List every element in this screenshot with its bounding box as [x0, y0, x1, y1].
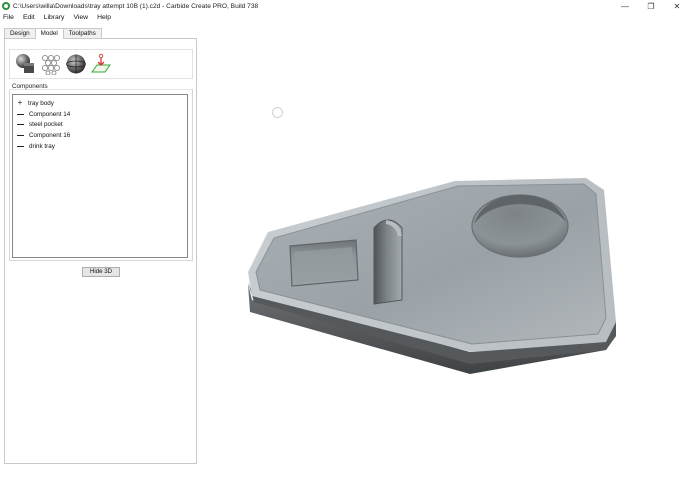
- tab-design[interactable]: Design: [4, 28, 36, 38]
- component-line-icon: [17, 113, 24, 115]
- tray-model: [248, 178, 616, 374]
- menu-view[interactable]: View: [73, 14, 88, 21]
- circular-pocket: [471, 194, 569, 258]
- components-list[interactable]: + tray body Component 14 steel pocket Co…: [12, 94, 188, 258]
- tab-toolpaths[interactable]: Toolpaths: [62, 28, 102, 38]
- tab-model[interactable]: Model: [34, 28, 64, 39]
- cursor-ring: [272, 107, 283, 118]
- component-name: drink tray: [29, 143, 55, 151]
- menu-file[interactable]: File: [3, 14, 14, 21]
- list-item[interactable]: Component 14: [13, 109, 187, 120]
- model-tool-strip: [9, 49, 193, 79]
- hide-3d-button[interactable]: Hide 3D: [82, 267, 120, 277]
- list-item[interactable]: steel pocket: [13, 120, 187, 131]
- component-line-icon: [17, 135, 24, 137]
- list-item[interactable]: + tray body: [13, 98, 187, 109]
- menu-help[interactable]: Help: [97, 14, 111, 21]
- window-controls: — ❐ ✕: [612, 0, 690, 12]
- menu-bar: File Edit Library View Help: [0, 12, 690, 23]
- component-line-icon: [17, 124, 24, 126]
- expand-icon[interactable]: +: [16, 99, 24, 107]
- components-label: Components: [12, 83, 48, 90]
- component-name: steel pocket: [29, 121, 63, 129]
- left-panel: Design Model Toolpaths Components + tray…: [4, 28, 197, 464]
- title-bar: C:\Users\willa\Downloads\tray attempt 10…: [0, 0, 690, 12]
- texture-tool-icon[interactable]: [40, 53, 62, 75]
- sphere-tool-icon[interactable]: [65, 53, 87, 75]
- close-button[interactable]: ✕: [664, 0, 690, 12]
- component-name: tray body: [28, 99, 54, 107]
- import-model-icon[interactable]: [90, 53, 112, 75]
- carbide-create-app-icon: [2, 2, 10, 10]
- 3d-viewport[interactable]: [198, 23, 690, 480]
- menu-edit[interactable]: Edit: [23, 14, 35, 21]
- component-name: Component 16: [29, 132, 71, 140]
- model-tab-panel: Components + tray body Component 14 stee…: [4, 38, 197, 464]
- component-line-icon: [17, 146, 24, 148]
- minimize-button[interactable]: —: [612, 0, 638, 12]
- list-item[interactable]: Component 16: [13, 130, 187, 141]
- menu-library[interactable]: Library: [44, 14, 65, 21]
- shape-tool-icon[interactable]: [14, 53, 36, 75]
- component-name: Component 14: [29, 110, 71, 118]
- maximize-button[interactable]: ❐: [638, 0, 664, 12]
- window-title: C:\Users\willa\Downloads\tray attempt 10…: [13, 2, 259, 10]
- list-item[interactable]: drink tray: [13, 141, 187, 152]
